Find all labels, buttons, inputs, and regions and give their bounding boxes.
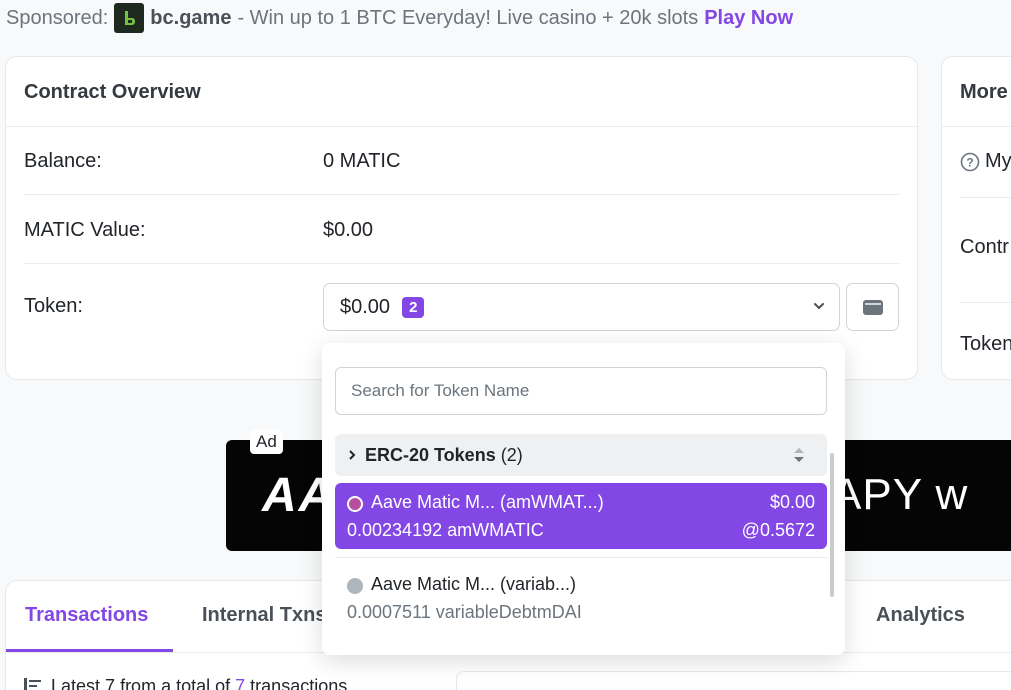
balance-row: Balance: 0 MATIC [24, 127, 899, 195]
sort-lines-icon [24, 678, 41, 690]
transactions-filter-box[interactable] [456, 671, 1011, 690]
divider [960, 197, 1011, 198]
token-amount: 0.00234192 amWMATIC [347, 520, 544, 540]
ad-headline: APY w [832, 470, 969, 519]
token-amount: 0.0007511 variableDebtmDAI [347, 602, 582, 622]
chevron-down-icon [814, 303, 824, 310]
contract-overview-card: Contract Overview Balance: 0 MATIC MATIC… [5, 56, 918, 380]
token-rate: @0.5672 [741, 520, 815, 540]
token-item-amwmatic[interactable]: Aave Matic M... (amWMAT...) 0.00234192 a… [335, 483, 827, 549]
svg-text:?: ? [966, 155, 973, 169]
more-info-title: More [942, 57, 1011, 127]
bcgame-logo-icon[interactable] [114, 3, 145, 33]
erc20-group-title: ERC-20 Tokens [365, 444, 496, 465]
matic-value-label: MATIC Value: [24, 219, 146, 241]
token-name: Aave Matic M... (amWMAT...) [371, 492, 604, 512]
sponsored-banner: Sponsored: bc.game - Win up to 1 BTC Eve… [6, 3, 793, 33]
balance-value: 0 MATIC [323, 150, 401, 172]
token-search-input[interactable] [335, 367, 827, 415]
erc20-group-count: (2) [500, 444, 523, 465]
matic-value-row: MATIC Value: $0.00 [24, 195, 899, 264]
tab-analytics[interactable]: Analytics [876, 604, 965, 627]
aave-token-icon [347, 496, 363, 512]
chevron-right-icon [349, 450, 356, 460]
token-tracker-label: Token [960, 333, 1011, 355]
my-name-tag-row: ? My [960, 150, 1011, 173]
token-count-badge: 2 [402, 296, 425, 318]
latest-transactions-summary: Latest 7 from a total of 7 transactions [24, 676, 347, 690]
matic-value-value: $0.00 [323, 219, 374, 241]
tab-internal-txns[interactable]: Internal Txns [202, 604, 326, 627]
token-label: Token: [24, 295, 83, 317]
sponsor-brand-link[interactable]: bc.game [150, 7, 231, 30]
sponsor-text: - Win up to 1 BTC Everyday! Live casino … [237, 6, 699, 29]
contract-overview-title: Contract Overview [6, 57, 917, 127]
contract-creator-label: Contr [960, 236, 1009, 258]
divider [335, 557, 827, 558]
token-holdings-dropdown[interactable]: $0.00 2 [323, 283, 840, 331]
play-now-link[interactable]: Play Now [704, 7, 793, 30]
token-usd-value: $0.00 [769, 492, 815, 512]
link-token-icon [347, 578, 363, 594]
question-circle-icon[interactable]: ? [960, 152, 980, 172]
ad-label: Ad [250, 430, 283, 454]
token-total-value: $0.00 [340, 295, 391, 318]
wallet-button[interactable] [846, 283, 899, 331]
more-info-card: More ? My Contr Token [941, 56, 1011, 380]
token-dropdown-menu: ERC-20 Tokens (2) Aave Matic M... (amWMA… [322, 343, 845, 655]
balance-label: Balance: [24, 150, 102, 172]
sort-icon[interactable] [793, 446, 805, 464]
dropdown-scrollbar[interactable] [830, 453, 834, 597]
my-name-tag-label: My [985, 150, 1011, 172]
erc20-tokens-group[interactable]: ERC-20 Tokens (2) [335, 434, 827, 476]
token-name: Aave Matic M... (variab...) [371, 574, 577, 594]
transaction-count-link[interactable]: 7 [235, 676, 245, 690]
token-item-variabledebtmdai[interactable]: Aave Matic M... (variab...) 0.0007511 va… [335, 565, 827, 631]
divider [960, 302, 1011, 303]
sponsored-label: Sponsored: [6, 6, 109, 29]
tab-transactions[interactable]: Transactions [25, 604, 148, 627]
wallet-icon [862, 300, 883, 315]
